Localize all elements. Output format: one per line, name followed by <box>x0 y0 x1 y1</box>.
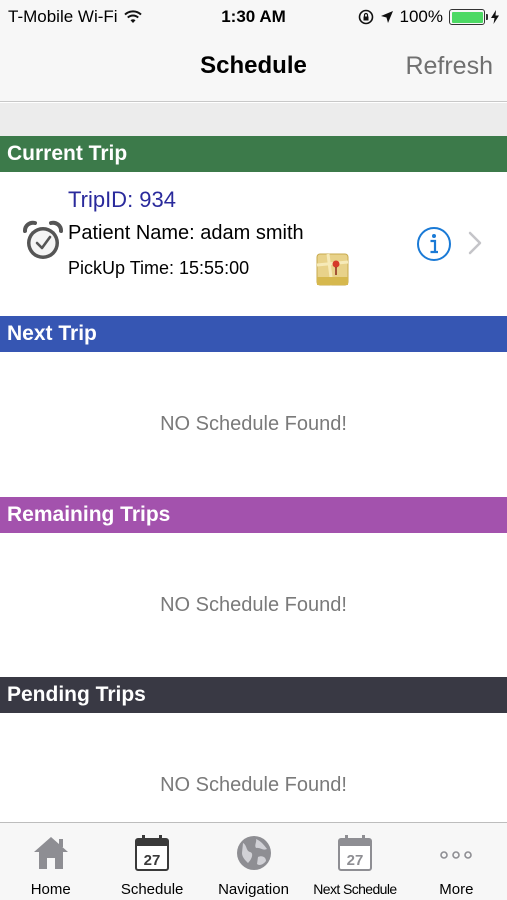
info-button[interactable] <box>416 226 452 262</box>
section-header-current-trip: Current Trip <box>0 136 507 172</box>
tab-schedule[interactable]: 27 Schedule <box>101 823 202 900</box>
calendar-date: 27 <box>144 852 161 869</box>
next-trip-empty-message: NO Schedule Found! <box>160 413 347 435</box>
tab-navigation[interactable]: Navigation <box>203 823 304 900</box>
section-header-next-trip: Next Trip <box>0 316 507 352</box>
section-header-pending-trips: Pending Trips <box>0 677 507 713</box>
navigation-bar: Schedule Refresh <box>0 36 507 102</box>
status-bar: T-Mobile Wi-Fi 1:30 AM 100% <box>0 0 507 36</box>
tab-home[interactable]: Home <box>0 823 101 900</box>
calendar-icon: 27 <box>135 835 170 871</box>
remaining-trips-empty-message: NO Schedule Found! <box>160 594 347 616</box>
home-icon <box>33 837 68 869</box>
refresh-button[interactable]: Refresh <box>405 52 493 81</box>
tab-more-label: More <box>439 881 474 898</box>
charging-bolt-icon <box>491 10 499 24</box>
header-spacer <box>0 103 507 136</box>
more-icon <box>440 851 473 859</box>
battery-percent: 100% <box>399 7 443 26</box>
tab-next-schedule-label: Next Schedule <box>313 881 397 897</box>
calendar-date: 27 <box>347 852 364 869</box>
tab-home-label: Home <box>30 881 71 898</box>
calendar-icon: 27 <box>337 835 372 871</box>
patient-name: Patient Name: adam smith <box>68 222 304 244</box>
status-right: 100% <box>358 7 499 27</box>
tab-navigation-label: Navigation <box>218 881 289 898</box>
map-icon[interactable] <box>316 253 349 286</box>
rotation-lock-icon <box>358 9 373 25</box>
tab-schedule-label: Schedule <box>120 881 184 898</box>
location-arrow-icon <box>380 11 393 23</box>
alarm-clock-icon <box>23 220 63 259</box>
tab-bar: Home 27 Schedule Navigation 27 Next Sche… <box>0 822 507 900</box>
current-trip-row[interactable]: TripID: 934 Patient Name: adam smith Pic… <box>0 172 507 316</box>
battery-icon <box>449 9 488 25</box>
tab-more[interactable]: More <box>406 823 507 900</box>
pickup-time: PickUp Time: 15:55:00 <box>68 258 250 278</box>
section-header-remaining-trips: Remaining Trips <box>0 497 507 533</box>
tab-next-schedule[interactable]: 27 Next Schedule <box>304 823 405 900</box>
trip-id: TripID: 934 <box>68 187 177 212</box>
pending-trips-empty-message: NO Schedule Found! <box>160 774 347 796</box>
chevron-right-icon <box>468 231 482 255</box>
globe-icon <box>236 836 271 870</box>
